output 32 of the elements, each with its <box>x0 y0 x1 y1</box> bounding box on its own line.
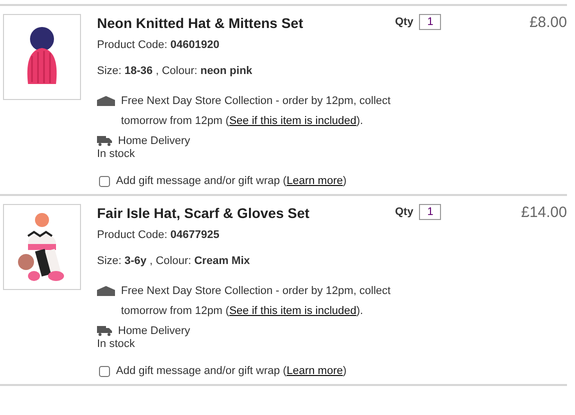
price: £14.00 <box>521 204 567 221</box>
learn-more-link[interactable]: Learn more <box>286 175 343 187</box>
gift-checkbox[interactable] <box>99 176 110 186</box>
gift-option-text: Add gift message and/or gift wrap (Learn more) <box>116 365 347 377</box>
qty-field[interactable]: 1 <box>419 204 442 220</box>
product-photo-frame[interactable] <box>3 14 81 100</box>
stock-status: In stock <box>97 337 136 351</box>
product-photo-frame[interactable] <box>3 204 81 290</box>
gift-checkbox[interactable] <box>99 366 110 376</box>
size-colour-text: Size: 3-6y , Colour: Cream Mix <box>97 254 251 268</box>
product-code: Product Code: 04601920 <box>97 38 220 52</box>
product-title[interactable]: Fair Isle Hat, Scarf & Gloves Set <box>97 204 395 221</box>
qty-label: Qty <box>395 206 414 218</box>
store-icon <box>97 286 115 296</box>
product-title[interactable]: Neon Knitted Hat & Mittens Set <box>97 14 395 31</box>
home-delivery-label: Home Delivery <box>118 135 190 147</box>
stock-status: In stock <box>97 147 136 161</box>
truck-icon <box>97 326 112 336</box>
truck-icon <box>97 136 112 146</box>
home-delivery-label: Home Delivery <box>118 325 190 337</box>
collection-text: Free Next Day Store Collection - order by 12pm, collect tomorrow from 12pm (See if this item is included). <box>121 284 392 319</box>
gift-option-text: Add gift message and/or gift wrap (Learn more) <box>116 175 347 187</box>
collection-text: Free Next Day Store Collection - order by 12pm, collect tomorrow from 12pm (See if this item is included). <box>121 94 392 129</box>
included-link[interactable]: See if this item is included <box>229 305 356 317</box>
included-link[interactable]: See if this item is included <box>229 115 356 127</box>
product-code: Product Code: 04677925 <box>97 228 220 242</box>
qty-label: Qty <box>395 16 414 28</box>
learn-more-link[interactable]: Learn more <box>286 365 343 377</box>
price: £8.00 <box>529 14 567 31</box>
qty-field[interactable]: 1 <box>419 14 442 30</box>
store-icon <box>97 96 115 106</box>
size-colour-text: Size: 18-36 , Colour: neon pink <box>97 64 254 78</box>
